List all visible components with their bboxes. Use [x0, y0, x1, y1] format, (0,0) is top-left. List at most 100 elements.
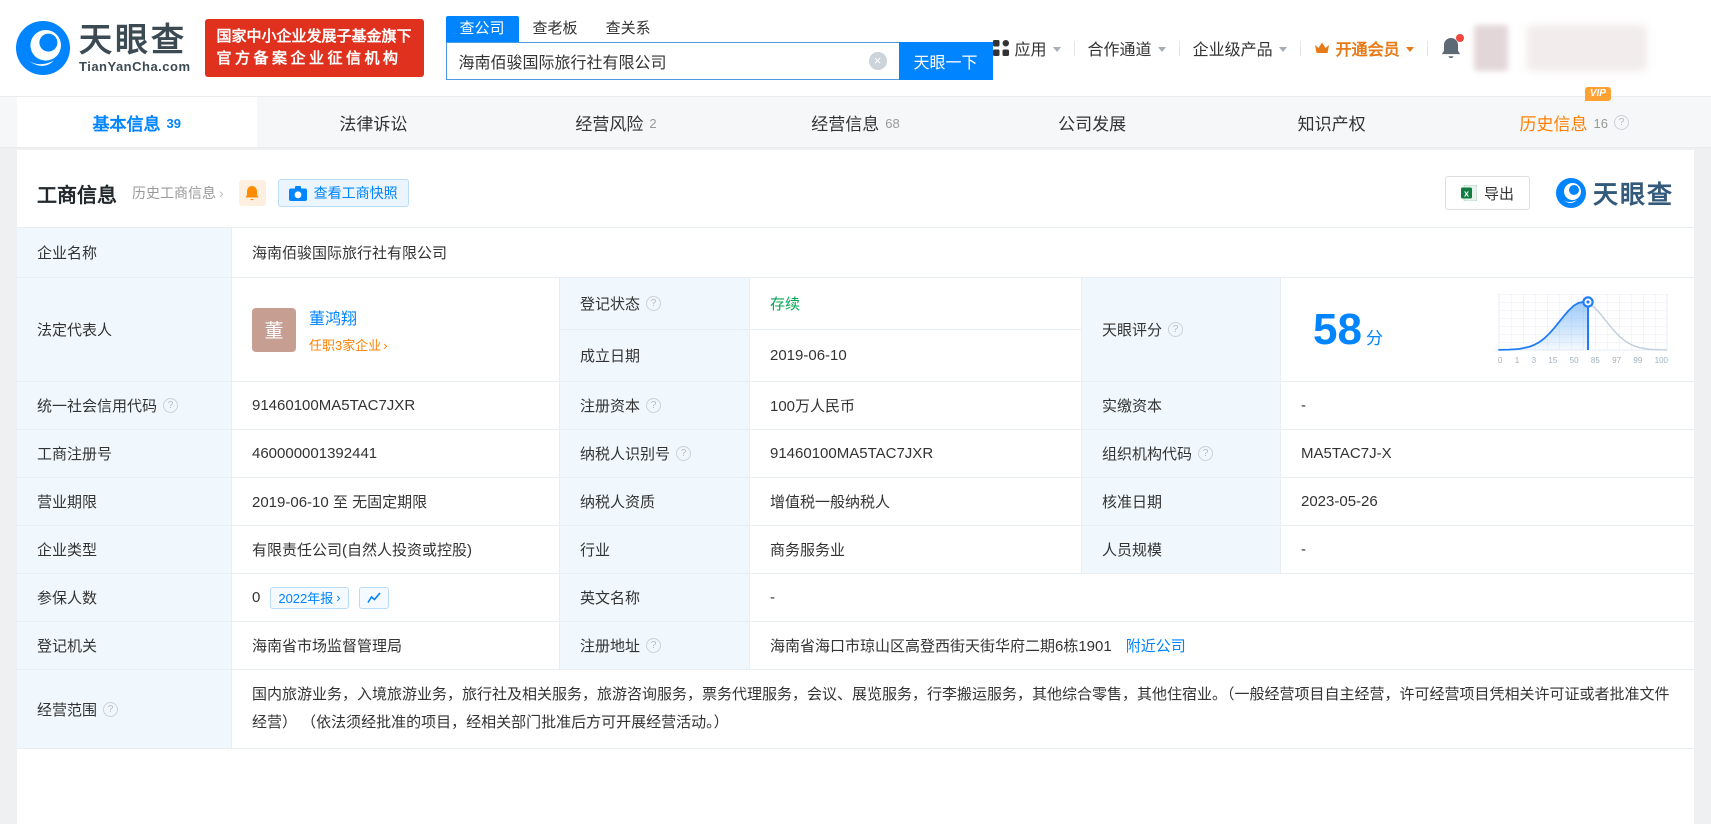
industry-value: 商务服务业	[750, 526, 1082, 573]
staff-size-value: -	[1281, 526, 1694, 573]
company-type-value: 有限责任公司(自然人投资或控股)	[232, 526, 560, 573]
tab-operating-risk[interactable]: 经营风险 2	[496, 97, 736, 147]
nav-enterprise-products[interactable]: 企业级产品	[1193, 36, 1287, 60]
help-icon[interactable]: ?	[676, 446, 692, 461]
chevron-down-icon	[1405, 46, 1414, 52]
establish-date-value: 2019-06-10	[750, 330, 1082, 381]
insured-count: 0	[252, 589, 261, 606]
crown-icon	[1314, 42, 1329, 53]
company-type-label: 企业类型	[17, 526, 232, 573]
legal-rep-avatar[interactable]: 董	[252, 307, 296, 352]
reg-status-value: 存续	[750, 278, 1082, 329]
search-input[interactable]	[445, 42, 899, 80]
business-info-table: 企业名称 海南佰骏国际旅行社有限公司 法定代表人 董 董鸿翔 任职3家企业 › 登…	[17, 227, 1694, 749]
credit-code-label: 统一社会信用代码 ?	[17, 382, 232, 429]
history-business-info-link[interactable]: 历史工商信息 ›	[132, 183, 224, 203]
insured-trend-chart-button[interactable]	[358, 586, 389, 609]
search-button[interactable]: 天眼一下	[898, 42, 993, 80]
top-nav: 应用 合作通道 企业级产品 开通会员	[992, 25, 1647, 71]
header: 天眼查 TianYanCha.com 国家中小企业发展子基金旗下 官方备案企业征…	[0, 0, 1711, 96]
notification-bell[interactable]	[1441, 33, 1464, 59]
tianyancha-watermark: 天眼查	[1555, 175, 1674, 211]
subscribe-bell-button[interactable]	[238, 180, 266, 206]
help-icon[interactable]: ?	[163, 398, 179, 413]
help-icon[interactable]: ?	[646, 296, 662, 311]
chevron-right-icon: ›	[336, 590, 341, 605]
reg-authority-label: 登记机关	[17, 622, 232, 669]
score-cell: 58 分 0 1 3 15 50 85 97 99 100	[1281, 278, 1694, 381]
export-button[interactable]: x 导出	[1444, 176, 1530, 210]
table-row: 法定代表人 董 董鸿翔 任职3家企业 › 登记状态 ? 存续 成立日期 2019…	[17, 278, 1694, 382]
section-header: 工商信息 历史工商信息 › 查看工商快照 x 导出 天眼查	[17, 150, 1694, 227]
approval-date-label: 核准日期	[1082, 478, 1281, 525]
section-title: 工商信息	[37, 184, 117, 207]
reg-number-label: 工商注册号	[17, 430, 232, 477]
avatar[interactable]	[1473, 25, 1508, 71]
tab-business-info[interactable]: 经营信息 68	[736, 97, 976, 147]
chevron-down-icon	[1052, 46, 1061, 52]
clear-icon[interactable]: ×	[868, 52, 887, 70]
legal-rep-name-link[interactable]: 董鸿翔	[309, 305, 388, 329]
vip-badge: VIP	[1584, 86, 1611, 101]
reg-status-label: 登记状态 ?	[560, 278, 750, 329]
score-label: 天眼评分 ?	[1082, 278, 1281, 381]
content-card: 工商信息 历史工商信息 › 查看工商快照 x 导出 天眼查 企业名称 海南佰骏国…	[17, 150, 1694, 824]
tab-history-info[interactable]: VIP 历史信息 16 ?	[1454, 86, 1694, 147]
username-blurred[interactable]	[1526, 25, 1647, 71]
positions-link[interactable]: 任职3家企业 ›	[309, 335, 388, 354]
taxpayer-id-label: 纳税人识别号 ?	[560, 430, 750, 477]
search-tab-boss[interactable]: 查老板	[519, 16, 592, 42]
score-value: 58	[1313, 304, 1362, 354]
nearby-companies-link[interactable]: 附近公司	[1126, 635, 1186, 656]
badge-line2: 官方备案企业征信机构	[216, 50, 402, 67]
search-tab-relation[interactable]: 查关系	[592, 16, 665, 42]
help-icon[interactable]: ?	[646, 398, 662, 413]
table-row: 登记机关 海南省市场监督管理局 注册地址 ? 海南省海口市琼山区高登西街天街华府…	[17, 622, 1694, 670]
business-scope-label: 经营范围 ?	[17, 670, 232, 748]
view-snapshot-button[interactable]: 查看工商快照	[277, 179, 409, 207]
badge-line1: 国家中小企业发展子基金旗下	[216, 28, 412, 46]
legal-rep-cell: 董 董鸿翔 任职3家企业 ›	[232, 278, 560, 381]
annual-report-link[interactable]: 2022年报 ›	[270, 586, 349, 609]
apps-grid-icon	[992, 40, 1009, 56]
help-icon[interactable]: ?	[103, 701, 119, 717]
search-tabs: 查公司 查老板 查关系	[445, 16, 993, 42]
company-name-label: 企业名称	[17, 228, 232, 277]
term-value: 2019-06-10 至 无固定期限	[232, 478, 560, 525]
bell-icon	[245, 185, 259, 200]
english-name-label: 英文名称	[560, 574, 750, 621]
help-icon[interactable]: ?	[1198, 446, 1214, 461]
table-row: 企业名称 海南佰骏国际旅行社有限公司	[17, 228, 1694, 278]
credit-code-value: 91460100MA5TAC7JXR	[232, 382, 560, 429]
insured-label: 参保人数	[17, 574, 232, 621]
camera-icon	[288, 185, 307, 201]
tab-basic-info[interactable]: 基本信息 39	[17, 97, 257, 147]
reg-address-value: 海南省海口市琼山区高登西街天街华府二期6栋1901	[770, 638, 1112, 655]
tab-company-development[interactable]: 公司发展	[975, 97, 1215, 147]
help-icon[interactable]: ?	[1168, 322, 1184, 337]
help-icon[interactable]: ?	[646, 638, 662, 653]
reg-address-cell: 海南省海口市琼山区高登西街天街华府二期6栋1901 附近公司	[750, 622, 1694, 669]
score-chart-ticks: 0 1 3 15 50 85 97 99 100	[1498, 356, 1668, 365]
paid-capital-label: 实缴资本	[1082, 382, 1281, 429]
legal-rep-label: 法定代表人	[17, 278, 232, 381]
score-distribution-chart[interactable]: 0 1 3 15 50 85 97 99 100	[1498, 293, 1668, 365]
industry-label: 行业	[560, 526, 750, 573]
english-name-value: -	[750, 574, 1694, 621]
search-tab-company[interactable]: 查公司	[445, 16, 519, 42]
chevron-right-icon: ›	[219, 185, 224, 201]
excel-icon: x	[1460, 185, 1477, 201]
nav-cooperation[interactable]: 合作通道	[1088, 36, 1166, 60]
tianyancha-logo[interactable]: 天眼查 TianYanCha.com	[16, 21, 191, 75]
table-row: 统一社会信用代码 ? 91460100MA5TAC7JXR 注册资本 ? 100…	[17, 382, 1694, 430]
taxpayer-quality-label: 纳税人资质	[560, 478, 750, 525]
table-row: 经营范围 ? 国内旅游业务，入境旅游业务，旅行社及相关服务，旅游咨询服务，票务代…	[17, 670, 1694, 748]
help-icon[interactable]: ?	[1613, 114, 1629, 130]
chevron-right-icon: ›	[383, 338, 388, 353]
tab-intellectual-property[interactable]: 知识产权	[1215, 97, 1455, 147]
tab-legal-proceedings[interactable]: 法律诉讼	[257, 97, 497, 147]
nav-apps[interactable]: 应用	[992, 36, 1061, 60]
logo-swirl-icon	[16, 21, 70, 75]
nav-vip-membership[interactable]: 开通会员	[1314, 36, 1414, 60]
logo-subtitle: TianYanCha.com	[79, 58, 191, 74]
